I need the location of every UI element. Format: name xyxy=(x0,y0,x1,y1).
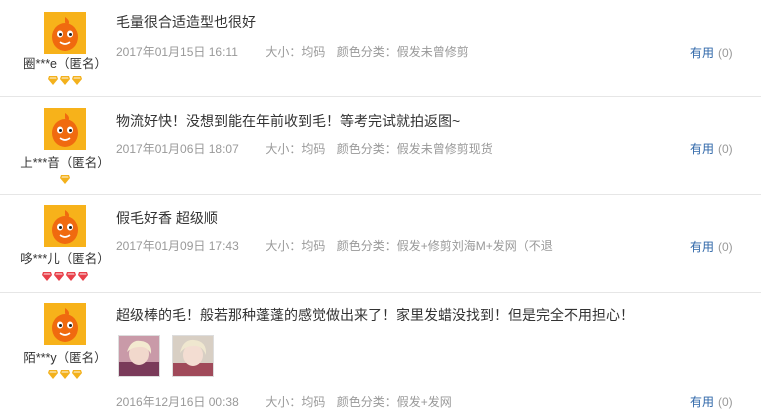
credit-diamond-icon xyxy=(54,272,64,281)
user-avatar[interactable] xyxy=(44,303,86,345)
useful-label[interactable]: 有用 xyxy=(690,46,714,60)
review-color: 颜色分类：假发+修剪刘海M+发网（不退 xyxy=(336,239,553,253)
review-date: 2017年01月15日 16:11 xyxy=(116,45,238,59)
review-text: 毛量很合适造型也很好 xyxy=(116,14,256,30)
review-item: 上***音（匿名） 物流好快！没想到能在年前收到毛！等考完试就拍返图~ 2017… xyxy=(0,97,761,195)
review-item: 哆***儿（匿名） 假毛好香 超级顺 2017年01月09日 17:43 大小：… xyxy=(0,195,761,293)
review-item: 圈***e（匿名） 毛量很合适造型也很好 2017年01月15日 16:11 大… xyxy=(0,0,761,97)
reviewer-name: 上***音（匿名） xyxy=(20,156,110,170)
reviewer-name: 哆***儿（匿名） xyxy=(20,252,110,266)
user-avatar[interactable] xyxy=(44,108,86,150)
credit-diamond-icon xyxy=(60,76,70,85)
useful-count: (0) xyxy=(718,142,733,156)
credit-diamond-icon xyxy=(48,76,58,85)
credit-diamond-icon xyxy=(72,76,82,85)
photo-image xyxy=(173,336,213,376)
credit-diamond-icon xyxy=(78,272,88,281)
review-text: 超级棒的毛！般若那种蓬蓬的感觉做出来了！家里发蜡没找到！但是完全不用担心！ xyxy=(116,307,634,323)
user-avatar[interactable] xyxy=(44,12,86,54)
reviewer-name: 圈***e（匿名） xyxy=(22,57,108,71)
credit-diamond-icon xyxy=(42,272,52,281)
review-date: 2016年12月16日 00:38 xyxy=(116,395,239,409)
review-photo-thumbnail[interactable] xyxy=(118,335,160,377)
review-size: 大小：均码 xyxy=(265,45,326,59)
review-size: 大小：均码 xyxy=(265,142,326,156)
credit-diamond-icon xyxy=(66,272,76,281)
useful-label[interactable]: 有用 xyxy=(690,395,714,409)
credit-diamond-icon xyxy=(60,370,70,379)
credit-badges xyxy=(0,366,130,379)
review-color: 颜色分类：假发+发网 xyxy=(336,395,452,409)
credit-badges xyxy=(0,72,130,85)
review-meta: 2016年12月16日 00:38 大小：均码 颜色分类：假发+发网 xyxy=(116,393,452,410)
credit-diamond-icon xyxy=(60,175,70,184)
review-color: 颜色分类：假发未曾修剪现货 xyxy=(336,142,493,156)
useful-label[interactable]: 有用 xyxy=(690,240,714,254)
useful-button[interactable]: 有用 (0) xyxy=(690,44,733,61)
user-avatar[interactable] xyxy=(44,205,86,247)
photo-image xyxy=(119,336,159,376)
mascot-icon xyxy=(44,12,86,54)
useful-count: (0) xyxy=(718,395,733,409)
useful-button[interactable]: 有用 (0) xyxy=(690,393,733,410)
review-size: 大小：均码 xyxy=(265,395,326,409)
review-color: 颜色分类：假发未曾修剪 xyxy=(336,45,469,59)
review-size: 大小：均码 xyxy=(265,239,326,253)
review-photo-thumbnail[interactable] xyxy=(172,335,214,377)
credit-diamond-icon xyxy=(48,370,58,379)
review-text: 物流好快！没想到能在年前收到毛！等考完试就拍返图~ xyxy=(116,113,461,129)
mascot-icon xyxy=(44,303,86,345)
useful-button[interactable]: 有用 (0) xyxy=(690,238,733,255)
useful-label[interactable]: 有用 xyxy=(690,142,714,156)
credit-badges xyxy=(0,268,130,281)
mascot-icon xyxy=(44,205,86,247)
review-item: 陌***y（匿名） 超级棒的毛！般若那种蓬蓬的感觉做出来了！家里发蜡没找到！但是… xyxy=(0,293,761,419)
useful-count: (0) xyxy=(718,46,733,60)
review-meta: 2017年01月09日 17:43 大小：均码 颜色分类：假发+修剪刘海M+发网… xyxy=(116,237,553,254)
review-date: 2017年01月06日 18:07 xyxy=(116,142,239,156)
review-date: 2017年01月09日 17:43 xyxy=(116,239,239,253)
useful-button[interactable]: 有用 (0) xyxy=(690,140,733,157)
credit-diamond-icon xyxy=(72,370,82,379)
mascot-icon xyxy=(44,108,86,150)
reviewer-name: 陌***y（匿名） xyxy=(23,351,107,365)
review-text: 假毛好香 超级顺 xyxy=(116,210,218,226)
review-meta: 2017年01月06日 18:07 大小：均码 颜色分类：假发未曾修剪现货 xyxy=(116,140,493,157)
credit-badges xyxy=(0,171,130,184)
review-meta: 2017年01月15日 16:11 大小：均码 颜色分类：假发未曾修剪 xyxy=(116,43,469,60)
useful-count: (0) xyxy=(718,240,733,254)
